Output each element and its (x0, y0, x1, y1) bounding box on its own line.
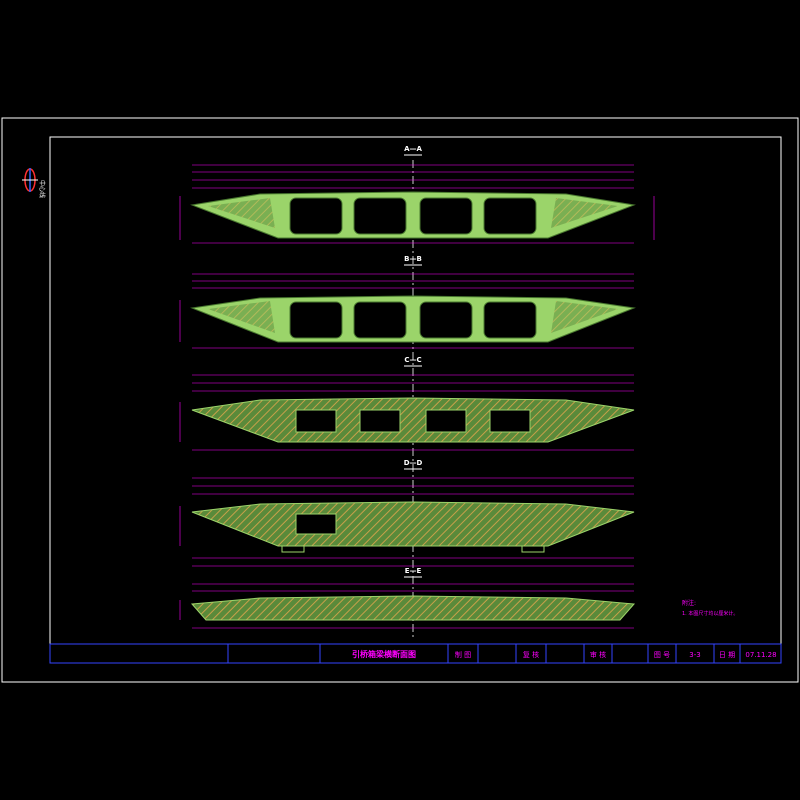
draw-label: 制 图 (455, 650, 471, 659)
section-d-body (191, 501, 635, 547)
note-title: 附注: (682, 599, 696, 607)
center-mark-label: 中心线 (38, 180, 46, 198)
section-a: A—A (179, 145, 655, 244)
section-b: B—B (179, 255, 636, 349)
section-c: C—C (179, 356, 635, 451)
section-d: D—D (179, 459, 635, 567)
section-d-label: D—D (404, 459, 423, 467)
section-c-label: C—C (404, 356, 421, 364)
section-e-body (190, 595, 636, 621)
review-label: 审 核 (590, 650, 606, 659)
drawing-title: 引桥箱梁横断面图 (352, 649, 416, 659)
section-a-label: A—A (404, 145, 422, 153)
drawing-canvas: 中心线 A—A B—B C—C D—D E—E 附注: 1. 本图尺寸均以厘米计… (1, 117, 799, 683)
center-mark-icon (22, 168, 38, 192)
number-label: 图 号 (654, 651, 670, 659)
section-b-label: B—B (404, 255, 422, 263)
number-value: 3-3 (689, 651, 700, 659)
title-block: 引桥箱梁横断面图 制 图 复 核 审 核 图 号 3-3 日 期 07.11.2… (49, 643, 782, 664)
check-label: 复 核 (523, 650, 539, 659)
section-e-label: E—E (405, 567, 422, 575)
date-label: 日 期 (719, 651, 735, 659)
section-c-body (191, 397, 635, 443)
note-line1: 1. 本图尺寸均以厘米计。 (682, 610, 738, 617)
date-value: 07.11.28 (745, 651, 776, 659)
section-e: E—E (179, 567, 636, 629)
